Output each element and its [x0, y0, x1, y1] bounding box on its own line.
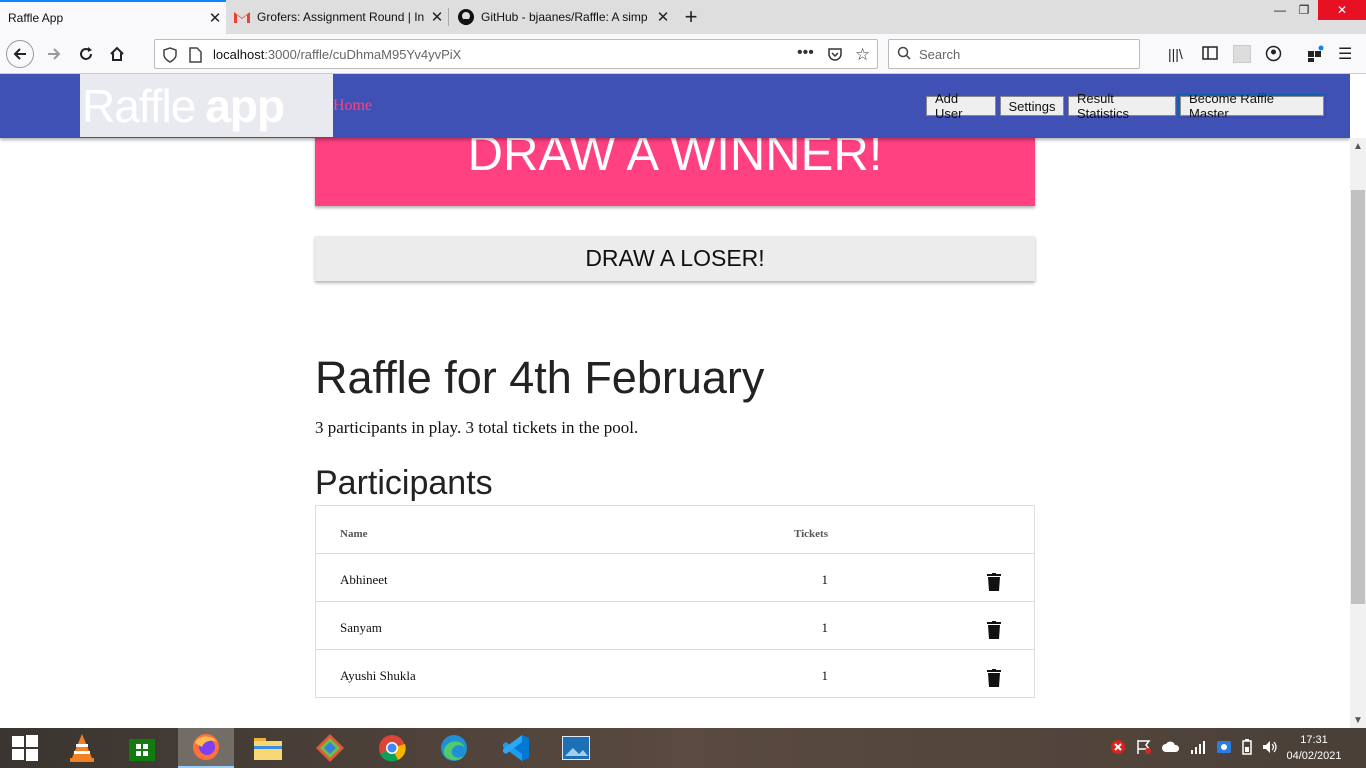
security-icon[interactable] — [1216, 739, 1232, 758]
result-statistics-button[interactable]: Result Statistics — [1068, 91, 1176, 121]
page-info-icon[interactable] — [189, 47, 202, 68]
app-header: Raffle app Home Add User Settings Result … — [0, 74, 1350, 138]
windows-taskbar: 17:31 04/02/2021 — [0, 728, 1366, 768]
clock-date: 04/02/2021 — [1286, 750, 1342, 762]
sidebar-icon[interactable] — [1202, 45, 1218, 66]
tab-title: Raffle App — [8, 11, 64, 25]
back-icon[interactable] — [6, 40, 34, 68]
home-link[interactable]: Home — [333, 97, 372, 115]
url-bar[interactable]: localhost:3000/raffle/cuDhmaM95Yv4yvPiX … — [154, 39, 878, 69]
account-icon[interactable] — [1265, 45, 1282, 67]
edge-icon[interactable] — [426, 728, 482, 768]
url-host: localhost — [213, 46, 265, 62]
close-tab-icon[interactable]: ✕ — [204, 9, 226, 27]
become-raffle-master-button[interactable]: Become Raffle Master — [1178, 91, 1326, 121]
trash-icon[interactable] — [987, 669, 1001, 687]
maximize-icon[interactable]: ❐ — [1292, 0, 1316, 20]
vscode-icon[interactable] — [488, 728, 544, 768]
participant-name: Sanyam — [340, 620, 382, 635]
onedrive-icon[interactable] — [1162, 741, 1180, 756]
file-explorer-icon[interactable] — [240, 728, 296, 768]
participant-tickets: 1 — [821, 668, 829, 683]
network-icon[interactable] — [1190, 740, 1206, 757]
trash-icon[interactable] — [987, 573, 1001, 591]
firefox-icon[interactable] — [178, 728, 234, 768]
participants-heading: Participants — [315, 464, 493, 502]
page-actions-icon[interactable]: ••• — [797, 44, 814, 62]
tab-title: GitHub - bjaanes/Raffle: A simp — [481, 10, 648, 24]
raffle-summary: 3 participants in play. 3 total tickets … — [315, 418, 639, 437]
table-row: Abhineet 1 — [316, 554, 1034, 602]
search-input[interactable]: Search — [888, 39, 1140, 69]
tab-separator — [448, 8, 449, 26]
extensions-puzzle-icon[interactable] — [1306, 45, 1324, 68]
participant-tickets: 1 — [821, 572, 829, 587]
settings-button[interactable]: Settings — [1000, 96, 1064, 116]
close-tab-icon[interactable]: ✕ — [426, 8, 448, 26]
raffle-title: Raffle for 4th February — [315, 352, 765, 403]
participant-name: Abhineet — [340, 572, 388, 587]
add-user-button[interactable]: Add User — [926, 91, 996, 121]
scroll-up-icon[interactable]: ▲ — [1350, 138, 1366, 154]
search-placeholder: Search — [919, 46, 961, 62]
scrollbar-thumb[interactable] — [1351, 190, 1365, 604]
participant-name: Ayushi Shukla — [340, 668, 416, 683]
vlc-icon[interactable] — [54, 728, 110, 768]
clock-time: 17:31 — [1300, 734, 1328, 746]
scroll-down-icon[interactable]: ▼ — [1350, 712, 1366, 728]
participants-table: Name Tickets Abhineet 1 Sanyam 1 Ayushi … — [315, 505, 1035, 698]
home-icon[interactable] — [103, 40, 131, 68]
tab-title: Grofers: Assignment Round | In — [257, 10, 425, 24]
bookmark-star-icon[interactable]: ☆ — [855, 45, 870, 65]
menu-icon[interactable]: ☰ — [1338, 44, 1352, 64]
trash-icon[interactable] — [987, 621, 1001, 639]
forward-icon[interactable] — [40, 40, 68, 68]
pocket-icon[interactable] — [827, 46, 843, 67]
battery-icon[interactable] — [1242, 738, 1252, 758]
close-tab-icon[interactable]: ✕ — [652, 8, 674, 26]
search-icon — [897, 46, 911, 63]
page-viewport: DRAW A WINNER! DRAW A LOSER! Raffle app H… — [0, 74, 1350, 728]
minimize-icon[interactable]: — — [1268, 0, 1292, 20]
logo-text-bold: app — [205, 79, 285, 132]
tab-raffle-app[interactable]: Raffle App ✕ — [0, 0, 226, 34]
app-logo[interactable]: Raffle app — [80, 74, 333, 137]
tab-github[interactable]: GitHub - bjaanes/Raffle: A simp ✕ — [450, 0, 674, 34]
github-icon — [458, 9, 474, 25]
close-window-icon[interactable]: ✕ — [1318, 0, 1366, 20]
header-tickets: Tickets — [793, 528, 828, 540]
browser-nav-bar: localhost:3000/raffle/cuDhmaM95Yv4yvPiX … — [0, 34, 1366, 74]
volume-icon[interactable] — [1262, 739, 1278, 758]
system-tray — [1110, 728, 1278, 768]
participant-tickets: 1 — [821, 620, 829, 635]
taskbar-clock[interactable]: 17:31 04/02/2021 — [1286, 732, 1342, 764]
store-icon[interactable] — [114, 728, 170, 768]
shield-icon[interactable] — [163, 47, 177, 68]
new-tab-icon[interactable]: + — [680, 4, 702, 30]
page-scrollbar[interactable]: ▲ ▼ — [1350, 138, 1366, 728]
extension-icon[interactable] — [1233, 45, 1251, 63]
reload-icon[interactable] — [72, 40, 100, 68]
table-row: Sanyam 1 — [316, 602, 1034, 650]
library-icon[interactable]: |||\ — [1168, 46, 1183, 62]
draw-loser-button[interactable]: DRAW A LOSER! — [315, 236, 1035, 281]
tab-grofers[interactable]: Grofers: Assignment Round | In ✕ — [226, 0, 448, 34]
windows-start-icon[interactable] — [0, 728, 50, 768]
flag-icon[interactable] — [1136, 739, 1152, 758]
url-text[interactable]: localhost:3000/raffle/cuDhmaM95Yv4yvPiX — [213, 47, 461, 62]
antivirus-icon[interactable] — [1110, 739, 1126, 758]
app-diamond-icon[interactable] — [302, 728, 358, 768]
photos-icon[interactable] — [548, 728, 604, 768]
chrome-icon[interactable] — [364, 728, 420, 768]
gmail-icon — [234, 9, 250, 25]
logo-text-light: Raffle — [82, 79, 196, 132]
browser-tab-bar: Raffle App ✕ Grofers: Assignment Round |… — [0, 0, 1366, 34]
table-row: Ayushi Shukla 1 — [316, 650, 1034, 698]
url-path: :3000/raffle/cuDhmaM95Yv4yvPiX — [264, 46, 462, 62]
header-name: Name — [340, 528, 368, 540]
table-header-row: Name Tickets — [316, 506, 1034, 554]
